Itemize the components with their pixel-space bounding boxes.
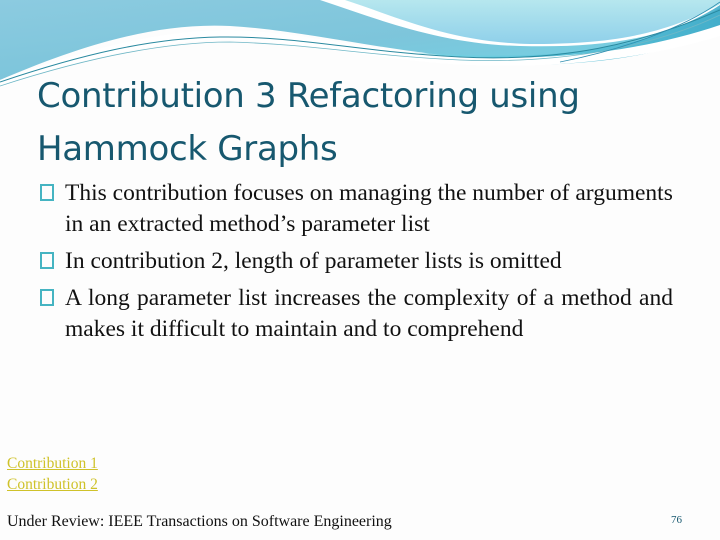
- bullet-text: This contribution focuses on managing th…: [65, 180, 673, 237]
- slide-title: Contribution 3 Refactoring using Hammock…: [37, 76, 580, 169]
- bullet-text: A long parameter list increases the comp…: [65, 285, 673, 342]
- link-contribution-2[interactable]: Contribution 2: [7, 474, 98, 495]
- bullet-item: A long parameter list increases the comp…: [18, 283, 673, 345]
- bullet-item: This contribution focuses on managing th…: [18, 178, 673, 240]
- square-bullet-icon: [40, 289, 54, 306]
- bullet-item: In contribution 2, length of parameter l…: [18, 246, 673, 277]
- square-bullet-icon: [40, 252, 54, 269]
- contribution-links: Contribution 1 Contribution 2: [7, 453, 98, 495]
- bullet-list: This contribution focuses on managing th…: [18, 178, 673, 351]
- link-contribution-1[interactable]: Contribution 1: [7, 453, 98, 474]
- page-number: 76: [671, 514, 682, 526]
- bullet-text: In contribution 2, length of parameter l…: [65, 248, 562, 274]
- square-bullet-icon: [40, 184, 54, 201]
- footer-text: Under Review: IEEE Transactions on Softw…: [7, 513, 392, 530]
